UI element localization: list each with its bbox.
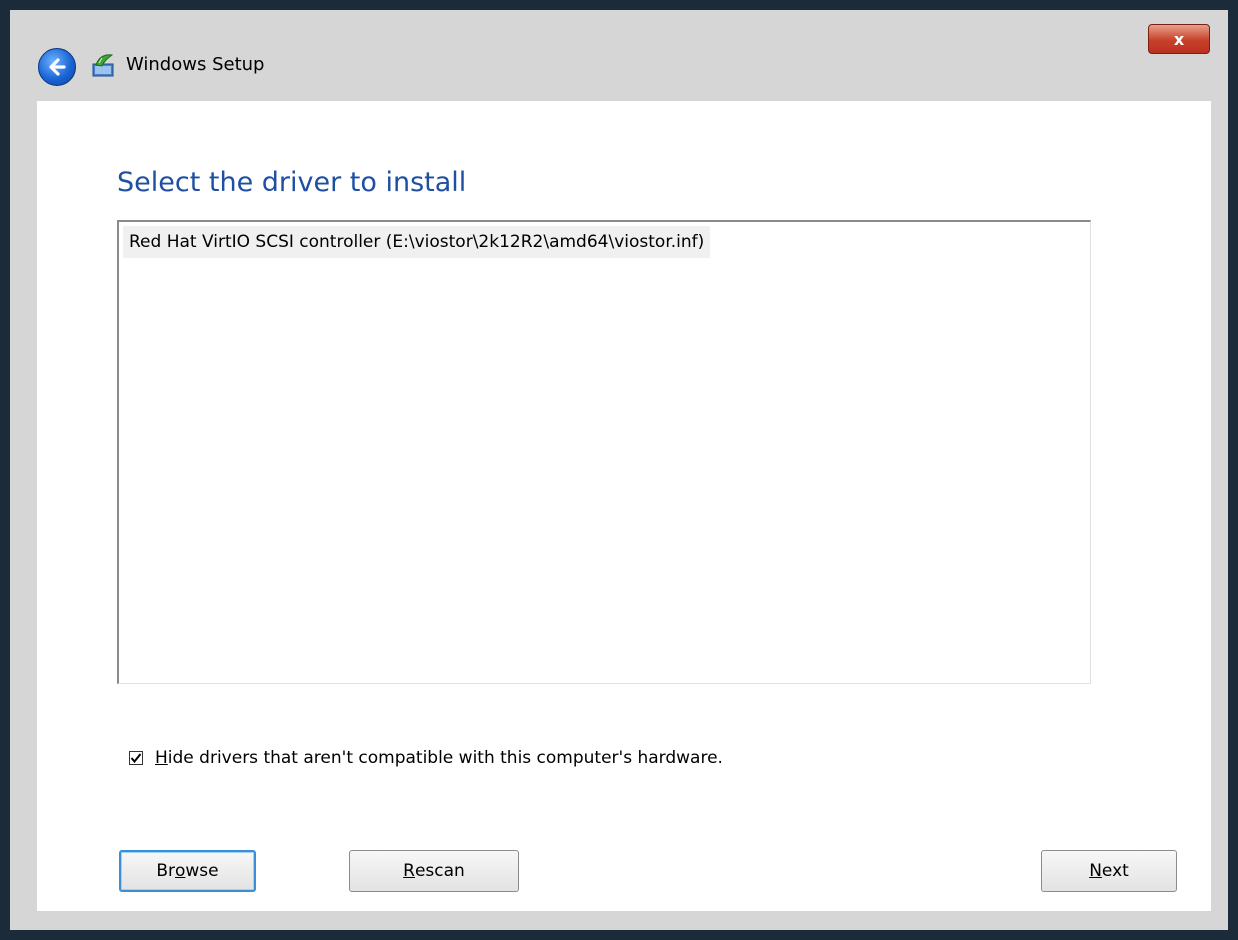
content-panel: Select the driver to install Red Hat Vir… — [37, 101, 1211, 911]
label-text: ide drivers that aren't compatible with … — [167, 748, 723, 768]
browse-label-post: wse — [185, 861, 219, 881]
next-label-post: ext — [1101, 861, 1129, 881]
back-arrow-icon — [49, 58, 66, 76]
setup-window: Windows Setup x Select the driver to ins… — [10, 10, 1228, 930]
hide-incompatible-option[interactable]: Hide drivers that aren't compatible with… — [129, 746, 723, 770]
window-title: Windows Setup — [126, 54, 265, 75]
close-button[interactable]: x — [1148, 24, 1210, 54]
rescan-access-key: R — [403, 861, 415, 881]
back-button[interactable] — [38, 48, 76, 86]
driver-listbox[interactable]: Red Hat VirtIO SCSI controller (E:\viost… — [117, 220, 1091, 684]
next-access-key: N — [1089, 861, 1102, 881]
driver-list-item[interactable]: Red Hat VirtIO SCSI controller (E:\viost… — [123, 226, 711, 258]
rescan-button[interactable]: Rescan — [349, 850, 519, 892]
hide-incompatible-label: Hide drivers that aren't compatible with… — [155, 746, 723, 770]
close-icon: x — [1173, 29, 1185, 49]
page-title: Select the driver to install — [117, 167, 467, 198]
rescan-label-post: escan — [414, 861, 465, 881]
checkmark-icon — [130, 753, 142, 764]
hide-incompatible-checkbox[interactable] — [129, 751, 143, 765]
label-access-key: H — [155, 748, 168, 768]
windows-setup-icon — [92, 54, 114, 77]
browse-label-pre: Br — [156, 861, 175, 881]
browse-button[interactable]: Br o wse — [119, 850, 256, 892]
title-bar: Windows Setup x — [10, 10, 1228, 102]
browse-access-key: o — [175, 861, 186, 881]
next-button[interactable]: Next — [1041, 850, 1177, 892]
